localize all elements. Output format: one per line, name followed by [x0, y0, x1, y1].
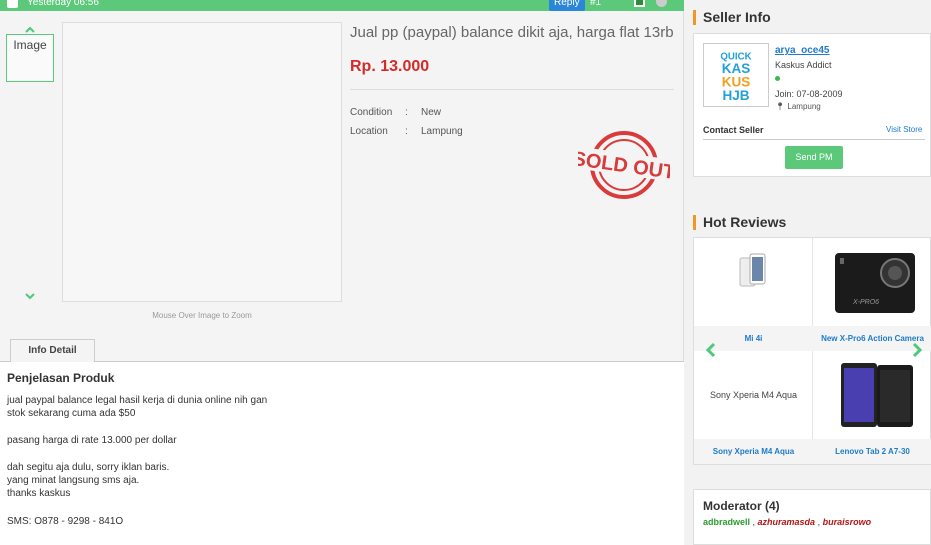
seller-location: 📍︎ Lampung — [775, 102, 821, 111]
seller-join-date: Join: 07-08-2009 — [775, 89, 843, 99]
description-line: SMS: O878 - 9298 - 841O — [7, 516, 124, 527]
moderator-link[interactable]: azhuramasda — [758, 517, 816, 527]
hot-reviews-heading: Hot Reviews — [693, 215, 786, 230]
contact-seller-label: Contact Seller — [703, 125, 764, 135]
spec-key: Location — [350, 126, 388, 137]
review-item[interactable]: Sony Xperia M4 Aqua Sony Xperia M4 Aqua — [694, 351, 813, 464]
review-item[interactable]: Mi 4i — [694, 238, 813, 351]
flag-icon[interactable] — [634, 0, 645, 7]
seller-card: QUICK KAS KUS HJB arya_oce45 Kaskus Addi… — [693, 33, 931, 177]
product-title: Jual pp (paypal) balance dikit aja, harg… — [350, 24, 674, 41]
seller-avatar[interactable]: QUICK KAS KUS HJB — [703, 43, 769, 107]
zoom-hint: Mouse Over Image to Zoom — [152, 311, 252, 320]
main-product-image[interactable] — [62, 22, 342, 302]
divider — [703, 139, 925, 140]
moderator-box: Moderator (4) adbradwell , azhuramasda ,… — [693, 489, 931, 545]
chevron-right-icon[interactable] — [911, 342, 923, 358]
review-label[interactable]: Lenovo Tab 2 A7-30 — [813, 439, 931, 464]
moderator-link[interactable]: adbradwell — [703, 517, 750, 527]
chevron-down-icon[interactable] — [24, 290, 36, 302]
post-header-bar: Yesterday 06:56 Reply #1 — [0, 0, 684, 11]
description-line: jual paypal balance legal hasil kerja di… — [7, 395, 268, 406]
post-number[interactable]: #1 — [590, 0, 601, 8]
review-label[interactable]: Sony Xperia M4 Aqua — [694, 439, 813, 464]
review-item[interactable]: Lenovo Tab 2 A7-30 — [813, 351, 931, 464]
moderator-link[interactable]: buraisrowo — [823, 517, 872, 527]
send-pm-button[interactable]: Send PM — [785, 146, 843, 169]
product-panel: Yesterday 06:56 Reply #1 Image Mouse Ove… — [0, 0, 684, 545]
moderator-title: Moderator (4) — [703, 499, 780, 513]
svg-text:X-PRO6: X-PRO6 — [852, 299, 879, 306]
divider — [350, 89, 674, 90]
spec-separator: : — [405, 107, 408, 118]
product-price: Rp. 13.000 — [350, 58, 430, 75]
spec-value: New — [421, 107, 442, 118]
product-description: Penjelasan Produk jual paypal balance le… — [0, 362, 684, 545]
logo-text: HJB — [722, 88, 749, 103]
sold-out-stamp-icon: SOLD OUT — [578, 131, 670, 199]
checkbox-icon[interactable] — [7, 0, 18, 8]
review-image[interactable]: X-PRO6 — [813, 238, 931, 326]
online-dot-icon — [775, 76, 780, 81]
seller-username[interactable]: arya_oce45 — [775, 45, 830, 56]
description-line: dah segitu aja dulu, sorry iklan baris. — [7, 462, 170, 473]
spec-key: Condition — [350, 107, 393, 118]
thumbnail-image[interactable]: Image — [6, 34, 54, 82]
chevron-left-icon[interactable] — [705, 342, 717, 358]
post-date: Yesterday 06:56 — [27, 0, 99, 8]
spec-value: Lampung — [421, 126, 463, 137]
moderator-list: adbradwell , azhuramasda , buraisrowo — [703, 517, 872, 527]
map-pin-icon: 📍︎ — [775, 102, 786, 111]
review-image[interactable] — [813, 351, 931, 439]
description-line: thanks kaskus — [7, 488, 71, 499]
visit-store-link[interactable]: Visit Store — [886, 125, 922, 134]
reply-button[interactable]: Reply — [549, 0, 585, 11]
sidebar: Seller Info QUICK KAS KUS HJB arya_oce45… — [685, 0, 931, 545]
description-heading: Penjelasan Produk — [7, 371, 115, 385]
seller-location-text: Lampung — [787, 102, 821, 111]
hot-reviews-grid: Mi 4i X-PRO6 New X-Pro6 Action Camera So… — [693, 237, 931, 465]
description-line: stok sekarang cuma ada $50 — [7, 408, 136, 419]
review-item[interactable]: X-PRO6 New X-Pro6 Action Camera — [813, 238, 931, 351]
tab-info-detail[interactable]: Info Detail — [10, 339, 95, 362]
seller-info-heading: Seller Info — [693, 10, 771, 25]
description-line: yang minat langsung sms aja. — [7, 475, 140, 486]
review-image[interactable] — [694, 238, 813, 326]
seller-rank: Kaskus Addict — [775, 60, 832, 70]
description-line: pasang harga di rate 13.000 per dollar — [7, 435, 177, 446]
review-image[interactable]: Sony Xperia M4 Aqua — [694, 351, 813, 439]
options-icon[interactable] — [656, 0, 667, 7]
spec-separator: : — [405, 126, 408, 137]
